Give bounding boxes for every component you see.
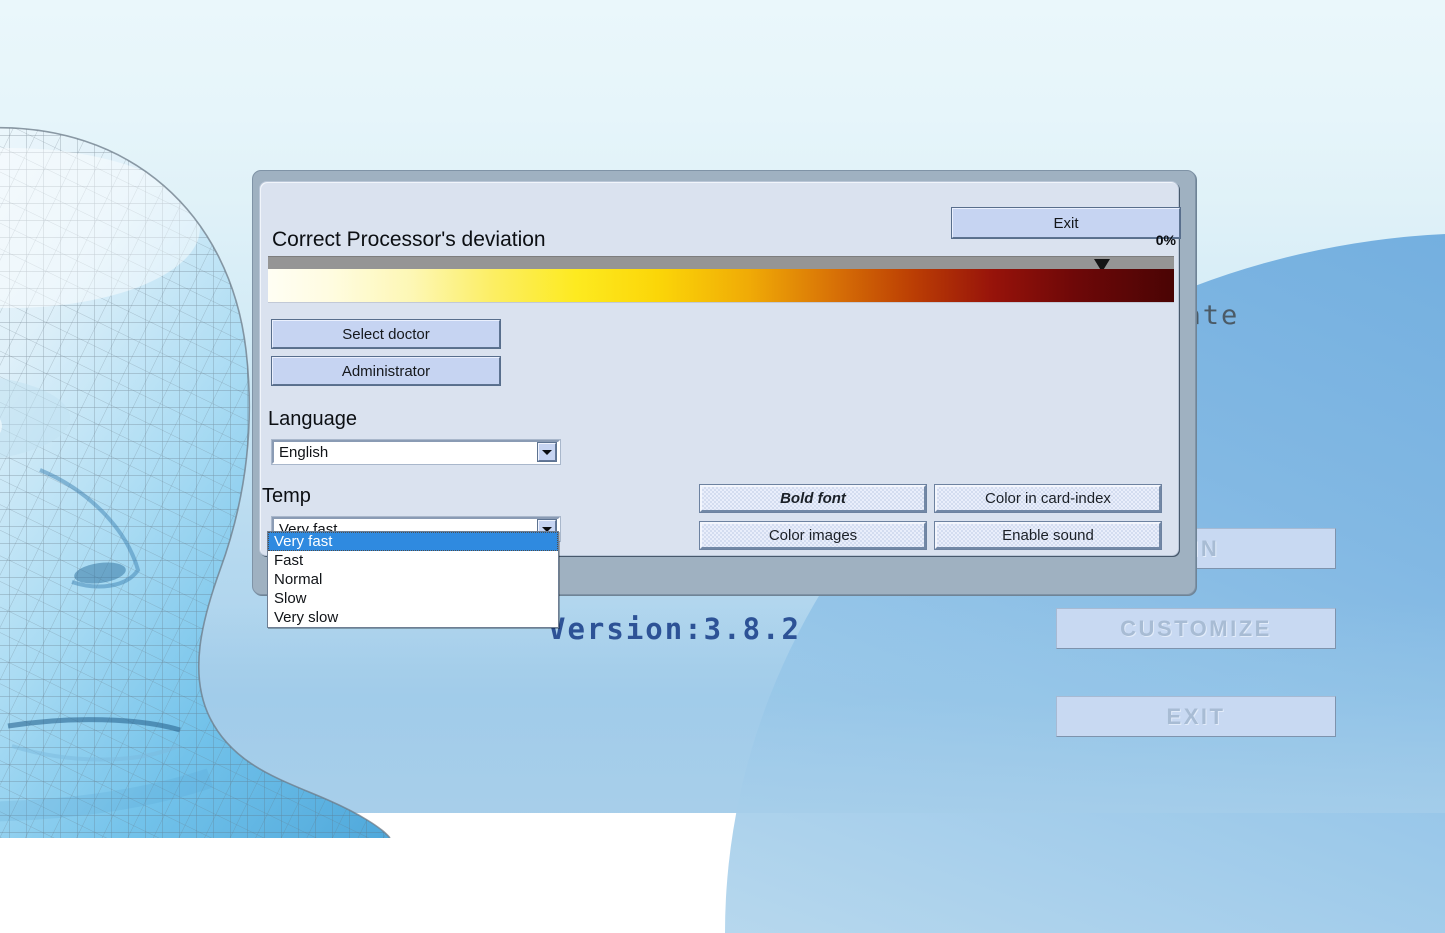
version-label: Version:3.8.2 xyxy=(548,612,801,646)
language-label: Language xyxy=(268,408,357,431)
dialog-inner-panel: Exit Correct Processor's deviation 0% Se… xyxy=(259,181,1179,556)
language-select[interactable]: English xyxy=(272,440,560,464)
exit-button[interactable]: Exit xyxy=(952,208,1180,238)
color-in-card-index-toggle-button[interactable]: Color in card-index xyxy=(935,485,1161,512)
administrator-button[interactable]: Administrator xyxy=(272,357,500,385)
progress-percent-label: 0% xyxy=(1156,232,1176,248)
language-select-value: English xyxy=(274,444,538,461)
chevron-down-icon[interactable] xyxy=(538,443,556,461)
temp-option[interactable]: Normal xyxy=(268,570,558,589)
customize-button[interactable]: CUSTOMIZE xyxy=(1056,608,1336,649)
dialog-title: Correct Processor's deviation xyxy=(272,228,546,252)
temp-option[interactable]: Fast xyxy=(268,551,558,570)
progress-track[interactable] xyxy=(268,256,1174,269)
select-doctor-button[interactable]: Select doctor xyxy=(272,320,500,348)
color-images-toggle-button[interactable]: Color images xyxy=(700,522,926,549)
enable-sound-toggle-button[interactable]: Enable sound xyxy=(935,522,1161,549)
temp-label: Temp xyxy=(262,485,311,508)
temp-option[interactable]: Very slow xyxy=(268,608,558,627)
bold-font-toggle-button[interactable]: Bold font xyxy=(700,485,926,512)
temp-option[interactable]: Slow xyxy=(268,589,558,608)
temp-dropdown-list[interactable]: Very fastFastNormalSlowVery slow xyxy=(267,531,559,628)
exit-launcher-button[interactable]: EXIT xyxy=(1056,696,1336,737)
temp-option[interactable]: Very fast xyxy=(268,532,558,551)
heat-gradient-bar xyxy=(268,269,1174,303)
